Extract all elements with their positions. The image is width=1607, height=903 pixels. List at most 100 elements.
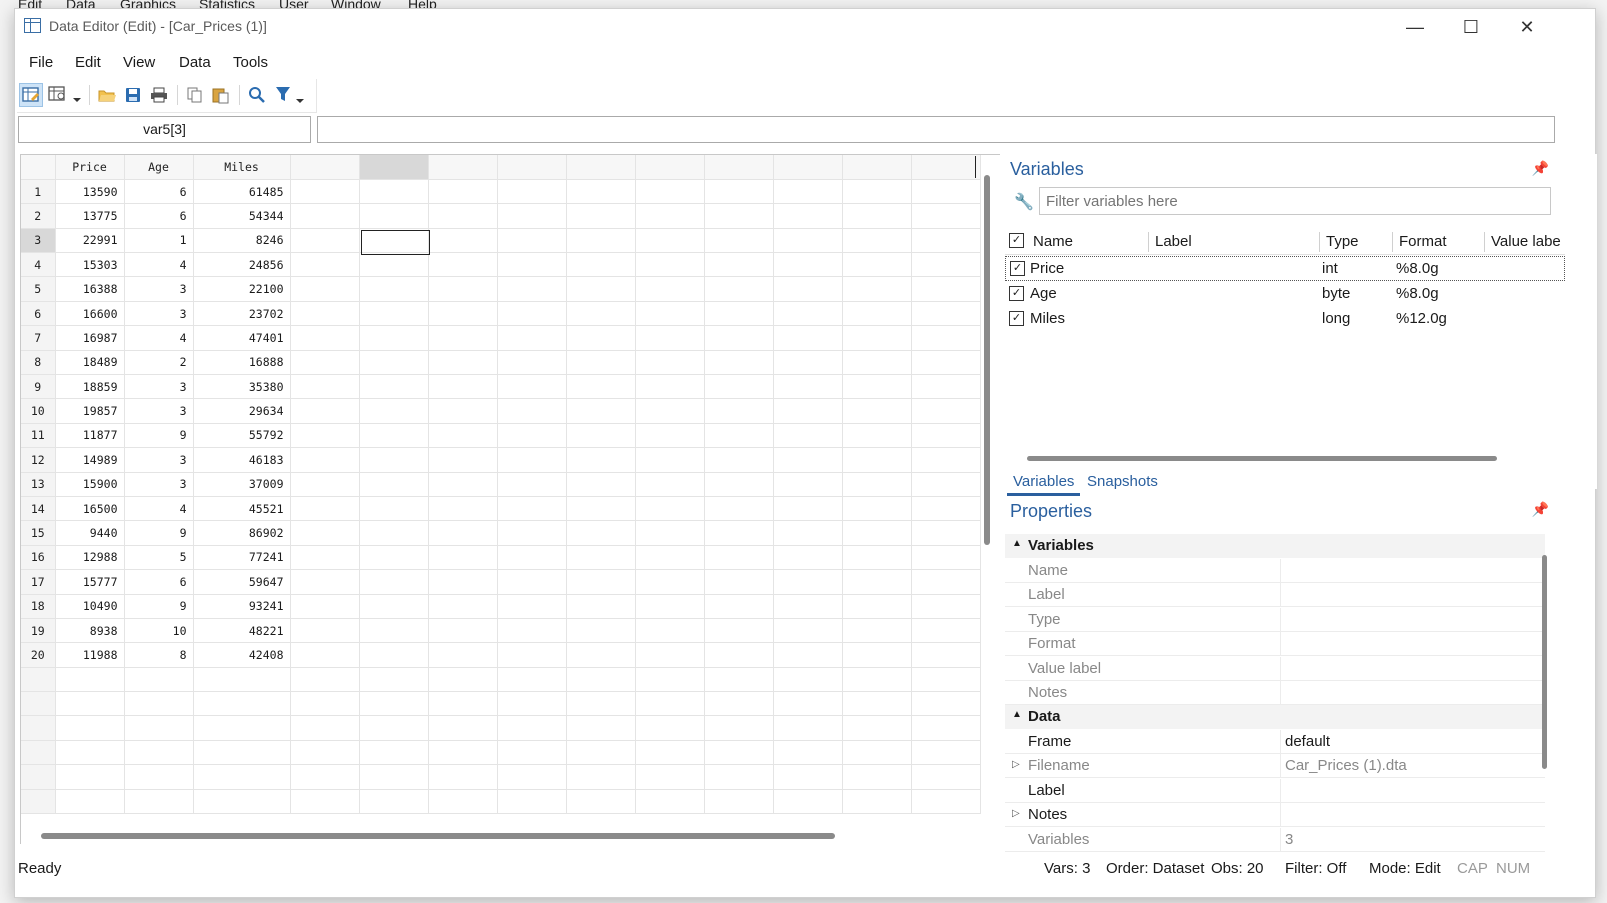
empty-cell[interactable] [290, 764, 360, 790]
empty-cell[interactable] [359, 374, 429, 400]
find-icon[interactable] [245, 83, 269, 107]
empty-cell[interactable] [566, 545, 636, 571]
data-cell[interactable]: 6 [124, 179, 194, 205]
empty-cell[interactable] [704, 423, 774, 449]
table-row[interactable]: 11 11877 9 55792 [21, 423, 981, 449]
empty-cell[interactable] [497, 740, 567, 766]
empty-cell[interactable] [428, 667, 498, 693]
empty-cell[interactable] [497, 594, 567, 619]
empty-cell[interactable] [497, 398, 567, 424]
empty-cell[interactable] [773, 179, 843, 205]
empty-cell[interactable] [359, 276, 429, 302]
empty-cell[interactable] [842, 715, 912, 741]
empty-cell[interactable] [773, 423, 843, 449]
empty-cell[interactable] [497, 545, 567, 571]
data-cell[interactable]: 3 [124, 301, 194, 327]
column-header-age[interactable]: Age [124, 155, 194, 180]
empty-cell[interactable] [359, 325, 429, 351]
data-cell[interactable]: 9 [124, 520, 194, 546]
data-cell[interactable]: 54344 [193, 203, 291, 229]
empty-cell[interactable] [497, 789, 567, 815]
row-number[interactable]: 10 [21, 398, 56, 424]
empty-cell[interactable] [842, 374, 912, 400]
empty-cell[interactable] [704, 301, 774, 327]
row-number[interactable]: 7 [21, 325, 56, 351]
empty-cell[interactable] [704, 594, 774, 619]
menu-edit[interactable]: Edit [75, 54, 101, 71]
data-cell[interactable]: 15900 [55, 472, 125, 497]
expand-triangle-icon[interactable]: ▷ [1012, 759, 1020, 770]
empty-cell[interactable] [566, 350, 636, 376]
data-grid-table[interactable]: Price Age Miles 1 13590 6 61485 2 13775 6 54344 3 22… [21, 155, 981, 815]
column-header-empty[interactable] [704, 155, 774, 180]
data-cell[interactable]: 29634 [193, 398, 291, 424]
minimize-button[interactable]: — [1387, 9, 1443, 45]
property-row-variables[interactable]: Variables 3 [1005, 828, 1545, 853]
empty-cell[interactable] [290, 179, 360, 205]
row-number[interactable] [21, 691, 56, 717]
table-row[interactable]: 19 8938 10 48221 [21, 618, 981, 644]
empty-cell[interactable] [635, 447, 705, 473]
empty-cell[interactable] [359, 715, 429, 741]
empty-cell[interactable] [842, 545, 912, 571]
empty-cell[interactable] [428, 252, 498, 278]
empty-cell[interactable] [290, 789, 360, 815]
tab-snapshots[interactable]: Snapshots [1087, 473, 1158, 490]
empty-cell[interactable] [911, 667, 981, 693]
empty-cell[interactable] [773, 764, 843, 790]
empty-cell[interactable] [773, 740, 843, 766]
empty-cell[interactable] [842, 691, 912, 717]
empty-cell[interactable] [428, 691, 498, 717]
empty-cell[interactable] [773, 276, 843, 302]
empty-cell[interactable] [428, 642, 498, 668]
column-header-empty[interactable] [773, 155, 843, 180]
empty-cell[interactable] [842, 496, 912, 522]
empty-cell[interactable] [359, 594, 429, 619]
empty-cell[interactable] [359, 520, 429, 546]
empty-cell[interactable] [566, 423, 636, 449]
row-number[interactable] [21, 740, 56, 766]
data-cell[interactable] [55, 715, 125, 741]
table-row[interactable]: 4 15303 4 24856 [21, 252, 981, 278]
data-cell[interactable] [55, 667, 125, 693]
empty-cell[interactable] [497, 276, 567, 302]
empty-cell[interactable] [704, 350, 774, 376]
property-row[interactable]: Label [1005, 583, 1545, 608]
empty-cell[interactable] [773, 252, 843, 278]
empty-cell[interactable] [635, 228, 705, 254]
data-cell[interactable]: 86902 [193, 520, 291, 546]
empty-cell[interactable] [290, 374, 360, 400]
empty-cell[interactable] [704, 764, 774, 790]
tab-variables[interactable]: Variables [1013, 473, 1074, 490]
empty-cell[interactable] [635, 715, 705, 741]
empty-cell[interactable] [911, 325, 981, 351]
column-header-empty[interactable] [428, 155, 498, 180]
empty-cell[interactable] [635, 350, 705, 376]
print-icon[interactable] [147, 83, 171, 107]
data-cell[interactable]: 22100 [193, 276, 291, 302]
paste-icon[interactable] [209, 83, 233, 107]
empty-cell[interactable] [635, 179, 705, 205]
empty-cell[interactable] [842, 789, 912, 815]
table-row[interactable] [21, 740, 981, 766]
empty-cell[interactable] [566, 252, 636, 278]
empty-cell[interactable] [911, 398, 981, 424]
empty-cell[interactable] [428, 203, 498, 229]
data-cell[interactable] [193, 691, 291, 717]
table-row[interactable]: 9 18859 3 35380 [21, 374, 981, 400]
empty-cell[interactable] [497, 301, 567, 327]
empty-cell[interactable] [635, 496, 705, 522]
header-type[interactable]: Type [1326, 233, 1359, 250]
empty-cell[interactable] [428, 594, 498, 619]
row-number[interactable] [21, 715, 56, 741]
data-cell[interactable]: 3 [124, 276, 194, 302]
save-icon[interactable] [121, 83, 145, 107]
data-cell[interactable]: 18859 [55, 374, 125, 400]
data-cell[interactable]: 11877 [55, 423, 125, 449]
empty-cell[interactable] [359, 545, 429, 571]
data-cell[interactable]: 37009 [193, 472, 291, 497]
empty-cell[interactable] [635, 594, 705, 619]
table-row[interactable]: 1 13590 6 61485 [21, 179, 981, 205]
empty-cell[interactable] [359, 618, 429, 644]
filter-icon[interactable] [273, 83, 309, 107]
